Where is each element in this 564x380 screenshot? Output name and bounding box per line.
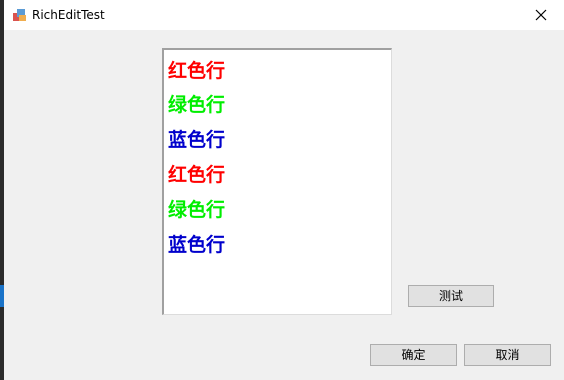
rich-edit-box[interactable]: 红色行 绿色行 蓝色行 红色行 绿色行 蓝色行 <box>162 48 392 315</box>
window-title: RichEditTest <box>32 8 105 22</box>
close-button[interactable] <box>518 0 564 30</box>
title-bar: RichEditTest <box>4 0 564 30</box>
dialog-window: RichEditTest 红色行 绿色行 蓝色行 红色行 绿色行 蓝色行 测试 … <box>4 0 564 380</box>
test-button[interactable]: 测试 <box>408 285 494 307</box>
app-icon <box>12 7 28 23</box>
rich-edit-line-green: 绿色行 <box>168 94 226 116</box>
rich-edit-line-blue: 蓝色行 <box>168 129 226 151</box>
rich-edit-line-green: 绿色行 <box>168 199 226 221</box>
rich-edit-line-red: 红色行 <box>168 60 226 82</box>
rich-edit-line-blue: 蓝色行 <box>168 234 226 256</box>
ok-button[interactable]: 确定 <box>370 344 457 366</box>
cancel-button[interactable]: 取消 <box>464 344 551 366</box>
close-icon <box>535 6 547 25</box>
rich-edit-line-red: 红色行 <box>168 164 226 186</box>
